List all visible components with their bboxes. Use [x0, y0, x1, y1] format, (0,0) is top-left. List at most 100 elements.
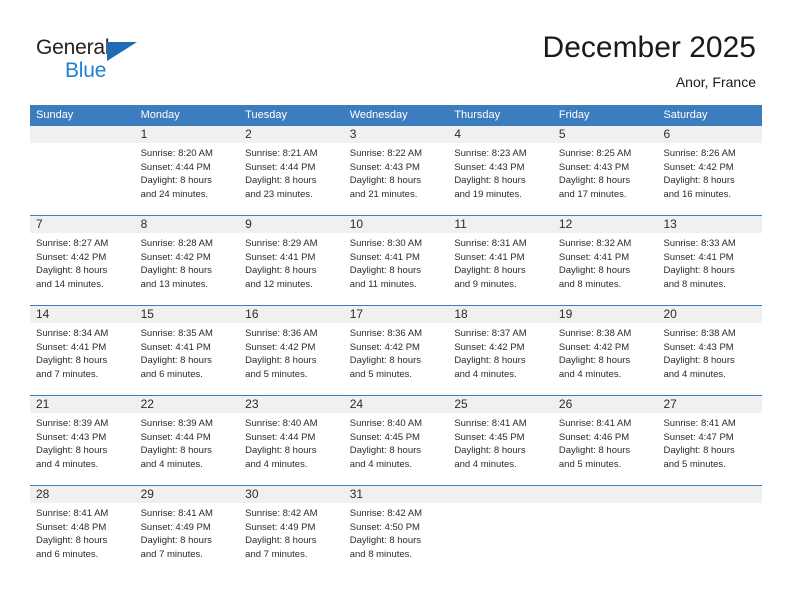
title-block: December 2025 Anor, France — [336, 30, 756, 92]
day-detail-line: Daylight: 8 hours — [349, 355, 422, 366]
day-cell[interactable]: 25 Sunrise: 8:41 AM Sunset: 4:45 PM Dayligh… — [448, 396, 553, 485]
day-cell[interactable]: 28 Sunrise: 8:41 AM Sunset: 4:48 PM Dayligh… — [30, 486, 135, 575]
day-detail-line: Sunset: 4:42 PM — [140, 251, 211, 263]
day-cell[interactable]: 20 Sunrise: 8:38 AM Sunset: 4:43 PM Dayligh… — [657, 306, 763, 395]
day-cell[interactable]: 4 Sunrise: 8:23 AM Sunset: 4:43 PM Daylight… — [448, 126, 553, 215]
day-cell[interactable]: 8 Sunrise: 8:28 AM Sunset: 4:42 PM Daylight… — [134, 216, 240, 305]
day-detail-line: and 8 minutes. — [663, 278, 726, 290]
day-number: 24 — [349, 397, 364, 411]
day-number-band: 6 — [657, 126, 763, 143]
day-detail-line: Sunrise: 8:41 AM — [36, 508, 109, 519]
day-number-band: 20 — [657, 306, 763, 323]
day-number: 13 — [663, 217, 677, 231]
day-cell[interactable]: 3 Sunrise: 8:22 AM Sunset: 4:43 PM Daylight… — [343, 126, 449, 215]
day-cell[interactable]: 30 Sunrise: 8:42 AM Sunset: 4:49 PM Dayligh… — [239, 486, 344, 575]
day-cell[interactable]: 2 Sunrise: 8:21 AM Sunset: 4:44 PM Daylight… — [239, 126, 344, 215]
day-number: 14 — [36, 307, 50, 321]
day-detail-line: Sunrise: 8:41 AM — [454, 418, 527, 429]
day-detail-line: Sunset: 4:45 PM — [454, 431, 525, 443]
day-cell[interactable]: 26 Sunrise: 8:41 AM Sunset: 4:46 PM Dayligh… — [552, 396, 658, 485]
day-details: Sunrise: 8:41 AM Sunset: 4:46 PM Daylight:… — [553, 413, 658, 471]
day-number: 4 — [454, 127, 461, 141]
day-detail-line: Sunrise: 8:39 AM — [140, 418, 213, 429]
day-detail-line: Sunset: 4:42 PM — [454, 341, 525, 353]
day-detail-line: Sunrise: 8:40 AM — [245, 418, 318, 429]
day-cell[interactable]: 5 Sunrise: 8:25 AM Sunset: 4:43 PM Daylight… — [552, 126, 658, 215]
day-number: 23 — [245, 397, 259, 411]
day-cell[interactable]: 14 Sunrise: 8:34 AM Sunset: 4:41 PM Dayligh… — [30, 306, 135, 395]
day-details: Sunrise: 8:39 AM Sunset: 4:43 PM Daylight:… — [30, 413, 135, 471]
week-cells: 7 Sunrise: 8:27 AM Sunset: 4:42 PM Daylight… — [30, 216, 763, 305]
day-detail-line: Sunrise: 8:32 AM — [558, 238, 632, 249]
day-cell[interactable]: 1 Sunrise: 8:20 AM Sunset: 4:44 PM Daylight… — [134, 126, 240, 215]
day-number-band: 2 — [239, 126, 344, 143]
day-cell[interactable]: 29 Sunrise: 8:41 AM Sunset: 4:49 PM Dayligh… — [134, 486, 240, 575]
day-cell[interactable]: 22 Sunrise: 8:39 AM Sunset: 4:44 PM Dayligh… — [134, 396, 240, 485]
day-cell[interactable]: 11 Sunrise: 8:31 AM Sunset: 4:41 PM Dayligh… — [448, 216, 553, 305]
day-detail-line: Daylight: 8 hours — [454, 445, 526, 456]
day-detail-line: Sunrise: 8:22 AM — [349, 148, 423, 159]
day-number-band: 3 — [343, 126, 449, 143]
day-detail-line: Daylight: 8 hours — [245, 175, 317, 186]
day-detail-line: Sunrise: 8:29 AM — [245, 238, 318, 249]
day-cell[interactable]: 7 Sunrise: 8:27 AM Sunset: 4:42 PM Daylight… — [30, 216, 135, 305]
day-detail-line: Sunrise: 8:21 AM — [245, 148, 318, 159]
day-detail-line: Sunset: 4:43 PM — [558, 161, 630, 173]
page-title: December 2025 — [542, 31, 756, 64]
day-detail-line: Daylight: 8 hours — [140, 535, 212, 546]
day-cell[interactable]: 23 Sunrise: 8:40 AM Sunset: 4:44 PM Dayligh… — [239, 396, 344, 485]
day-detail-line: Sunrise: 8:25 AM — [558, 148, 632, 159]
day-detail-line: Sunset: 4:42 PM — [36, 251, 107, 263]
day-cell[interactable]: 27 Sunrise: 8:41 AM Sunset: 4:47 PM Dayligh… — [657, 396, 763, 485]
day-detail-line: Daylight: 8 hours — [36, 535, 108, 546]
day-cell[interactable]: 19 Sunrise: 8:38 AM Sunset: 4:42 PM Dayligh… — [552, 306, 658, 395]
day-cell-empty — [448, 486, 553, 575]
weekday-header-saturday: Saturday — [663, 109, 708, 121]
day-cell[interactable]: 13 Sunrise: 8:33 AM Sunset: 4:41 PM Dayligh… — [657, 216, 763, 305]
day-cell[interactable]: 6 Sunrise: 8:26 AM Sunset: 4:42 PM Daylight… — [657, 126, 763, 215]
day-number-band: 27 — [657, 396, 763, 413]
day-detail-line: Daylight: 8 hours — [558, 355, 631, 366]
day-number-band: 23 — [239, 396, 344, 413]
day-cell[interactable]: 12 Sunrise: 8:32 AM Sunset: 4:41 PM Dayligh… — [552, 216, 658, 305]
day-detail-line: and 4 minutes. — [140, 458, 203, 470]
day-number: 3 — [349, 127, 357, 141]
day-detail-line: Daylight: 8 hours — [36, 355, 108, 366]
day-details: Sunrise: 8:32 AM Sunset: 4:41 PM Daylight:… — [553, 233, 658, 291]
day-detail-line: and 14 minutes. — [36, 278, 104, 290]
day-cell[interactable]: 10 Sunrise: 8:30 AM Sunset: 4:41 PM Dayligh… — [343, 216, 449, 305]
day-detail-line: Daylight: 8 hours — [663, 445, 735, 456]
day-number-band: 4 — [448, 126, 553, 143]
day-cell-empty — [552, 486, 658, 575]
day-number-band: 16 — [239, 306, 344, 323]
brand-logo[interactable]: General Blue — [36, 36, 176, 88]
day-detail-line: Daylight: 8 hours — [663, 175, 735, 186]
day-cell[interactable]: 21 Sunrise: 8:39 AM Sunset: 4:43 PM Dayligh… — [30, 396, 135, 485]
day-detail-line: Sunset: 4:44 PM — [140, 431, 211, 443]
day-cell[interactable]: 18 Sunrise: 8:37 AM Sunset: 4:42 PM Dayligh… — [448, 306, 553, 395]
day-cell[interactable]: 17 Sunrise: 8:36 AM Sunset: 4:42 PM Dayligh… — [343, 306, 449, 395]
day-detail-line: Sunset: 4:42 PM — [558, 341, 630, 353]
day-number-band — [448, 486, 553, 503]
weekday-header-wednesday: Wednesday — [349, 109, 408, 121]
day-number: 31 — [349, 487, 364, 501]
day-detail-line: Sunset: 4:41 PM — [36, 341, 107, 353]
day-details: Sunrise: 8:40 AM Sunset: 4:44 PM Daylight:… — [239, 413, 344, 471]
day-detail-line: and 7 minutes. — [140, 548, 203, 560]
day-detail-line: Daylight: 8 hours — [245, 355, 317, 366]
week-cells: 21 Sunrise: 8:39 AM Sunset: 4:43 PM Dayligh… — [30, 396, 763, 485]
day-cell[interactable]: 15 Sunrise: 8:35 AM Sunset: 4:41 PM Dayligh… — [134, 306, 240, 395]
day-cell[interactable]: 9 Sunrise: 8:29 AM Sunset: 4:41 PM Daylight… — [239, 216, 344, 305]
day-details: Sunrise: 8:33 AM Sunset: 4:41 PM Daylight:… — [657, 233, 762, 291]
day-detail-line: Sunset: 4:41 PM — [454, 251, 525, 263]
day-number: 22 — [140, 397, 154, 411]
day-detail-line: Daylight: 8 hours — [349, 535, 422, 546]
day-cell[interactable]: 31 Sunrise: 8:42 AM Sunset: 4:50 PM Dayligh… — [343, 486, 449, 575]
day-detail-line: Sunset: 4:44 PM — [245, 161, 316, 173]
day-number-band — [30, 126, 135, 143]
day-detail-line: and 4 minutes. — [454, 458, 517, 470]
weekday-header-tuesday: Tuesday — [245, 109, 287, 121]
day-cell[interactable]: 24 Sunrise: 8:40 AM Sunset: 4:45 PM Dayligh… — [343, 396, 449, 485]
day-cell[interactable]: 16 Sunrise: 8:36 AM Sunset: 4:42 PM Dayligh… — [239, 306, 344, 395]
day-detail-line: Sunrise: 8:37 AM — [454, 328, 527, 339]
